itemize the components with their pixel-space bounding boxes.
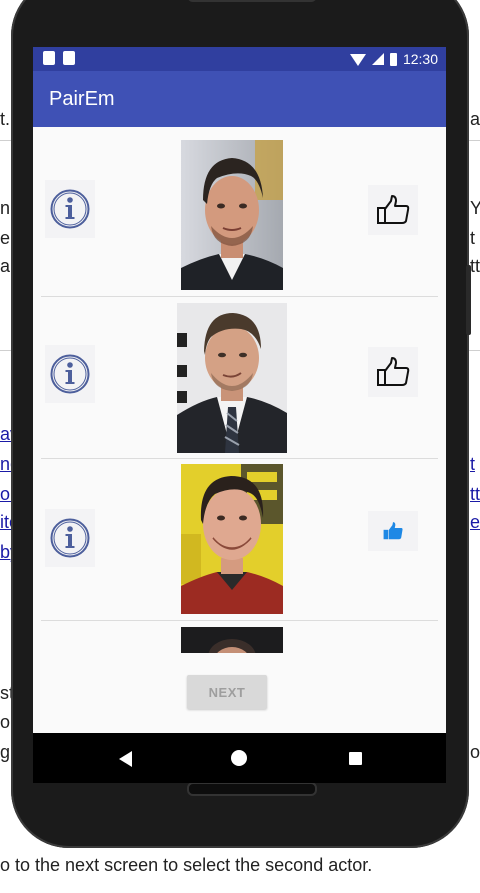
actor-photo (181, 464, 283, 614)
info-button[interactable] (45, 509, 95, 567)
bg-text: Y (470, 198, 480, 218)
like-button[interactable] (368, 185, 418, 235)
bg-text: t (470, 228, 476, 248)
notification-icon (63, 51, 75, 65)
actor-photo (177, 303, 287, 453)
info-button[interactable] (45, 345, 95, 403)
info-icon (50, 518, 90, 558)
actor-photo (181, 627, 283, 653)
signal-icon (371, 53, 384, 65)
app-bar: PairEm (33, 71, 446, 127)
bg-text: a (0, 256, 11, 276)
actor-row (33, 621, 446, 653)
page-caption: o to the next screen to select the secon… (0, 855, 373, 875)
bg-link: e (470, 512, 480, 532)
wifi-icon (349, 54, 366, 66)
info-icon (50, 354, 90, 394)
thumbs-up-outline-icon (377, 195, 410, 224)
bottom-speaker (187, 782, 317, 796)
actor-row (33, 297, 446, 459)
status-time: 12:30 (402, 51, 438, 67)
top-speaker (187, 0, 317, 2)
sd-card-icon (43, 51, 55, 65)
status-bar: 12:30 (33, 47, 446, 71)
app-title: PairEm (49, 88, 115, 110)
actor-row (33, 135, 446, 297)
bg-text: or (470, 742, 480, 762)
info-button[interactable] (45, 180, 95, 238)
like-button[interactable] (368, 511, 418, 551)
actor-photo (181, 140, 283, 290)
app-screen: 12:30 PairEm NEXT (33, 47, 446, 733)
recent-apps-icon[interactable] (349, 752, 362, 765)
side-button (466, 265, 471, 335)
like-button[interactable] (368, 347, 418, 397)
bg-text: n (0, 198, 11, 218)
back-icon[interactable] (119, 751, 132, 767)
actor-row (33, 459, 446, 621)
bg-text: a (470, 109, 480, 129)
thumbs-up-outline-icon (377, 357, 410, 386)
bg-link: tte (470, 484, 480, 504)
bg-link: t (470, 454, 476, 474)
info-icon (50, 189, 90, 229)
battery-icon (389, 52, 397, 66)
home-icon[interactable] (231, 750, 247, 766)
bg-text: g (0, 742, 11, 762)
thumbs-up-filled-icon (383, 522, 403, 540)
navigation-bar (33, 733, 446, 783)
bg-text: t. (0, 109, 11, 129)
next-button[interactable]: NEXT (187, 675, 267, 709)
bg-text: tt (470, 256, 480, 276)
